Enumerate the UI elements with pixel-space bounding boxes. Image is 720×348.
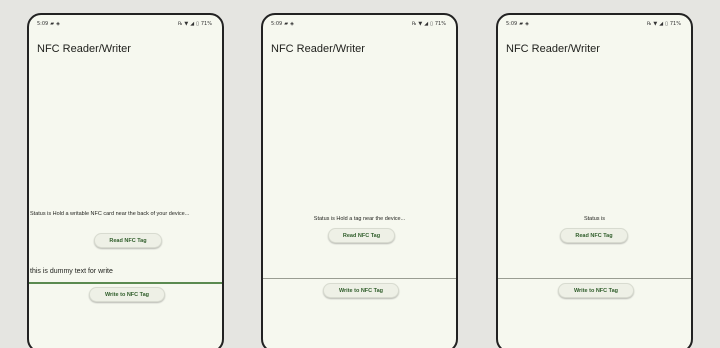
- status-text: Status is Hold a writable NFC card near …: [30, 211, 190, 217]
- signal-icon: ◢: [190, 21, 195, 27]
- nfc-icon: ℞: [646, 21, 652, 27]
- nfc-icon: ℞: [177, 21, 183, 27]
- input-underline: [263, 278, 456, 279]
- status-bar: 5:09 ▰ ◈ ℞ ▼ ◢ ▯ 71%: [263, 19, 456, 29]
- app-title: NFC Reader/Writer: [37, 43, 131, 55]
- location-icon: ◈: [290, 21, 294, 27]
- read-nfc-button[interactable]: Read NFC Tag: [94, 233, 162, 248]
- status-bar: 5:09 ▰ ◈ ℞ ▼ ◢ ▯ 71%: [498, 19, 691, 29]
- status-text: Status is: [583, 216, 606, 222]
- phone-screen-idle: 5:09 ▰ ◈ ℞ ▼ ◢ ▯ 71% NFC Reader/Writer S…: [496, 13, 693, 348]
- write-nfc-button[interactable]: Write to NFC Tag: [558, 283, 634, 298]
- battery-icon: ▯: [196, 21, 199, 27]
- nfc-icon: ℞: [411, 21, 417, 27]
- location-icon: ◈: [525, 21, 529, 27]
- wifi-icon: ▼: [184, 21, 189, 27]
- battery-percent: 71%: [434, 21, 446, 27]
- battery-percent: 71%: [669, 21, 681, 27]
- clock: 5:09: [506, 21, 518, 27]
- battery-icon: ▯: [665, 21, 668, 27]
- write-text-input[interactable]: this is dummy text for write: [29, 268, 222, 275]
- write-nfc-button[interactable]: Write to NFC Tag: [323, 283, 399, 298]
- phone-screen-write-mode: 5:09 ▰ ◈ ℞ ▼ ◢ ▯ 71% NFC Reader/Writer S…: [27, 13, 224, 348]
- screenshot-stage: 5:09 ▰ ◈ ℞ ▼ ◢ ▯ 71% NFC Reader/Writer S…: [0, 0, 720, 348]
- battery-icon: ▯: [430, 21, 433, 27]
- app-title: NFC Reader/Writer: [271, 43, 365, 55]
- notification-icon: ▰: [50, 21, 55, 27]
- phone-screen-read-mode: 5:09 ▰ ◈ ℞ ▼ ◢ ▯ 71% NFC Reader/Writer S…: [261, 13, 458, 348]
- signal-icon: ◢: [424, 21, 429, 27]
- input-underline: [29, 282, 222, 284]
- read-nfc-button[interactable]: Read NFC Tag: [560, 228, 628, 243]
- input-underline: [498, 278, 691, 279]
- status-text: Status is Hold a tag near the device...: [313, 216, 406, 222]
- wifi-icon: ▼: [418, 21, 423, 27]
- clock: 5:09: [37, 21, 49, 27]
- battery-percent: 71%: [200, 21, 212, 27]
- write-nfc-button[interactable]: Write to NFC Tag: [89, 287, 165, 302]
- notification-icon: ▰: [284, 21, 289, 27]
- location-icon: ◈: [56, 21, 60, 27]
- read-nfc-button[interactable]: Read NFC Tag: [328, 228, 395, 243]
- status-bar: 5:09 ▰ ◈ ℞ ▼ ◢ ▯ 71%: [29, 19, 222, 29]
- notification-icon: ▰: [519, 21, 524, 27]
- signal-icon: ◢: [659, 21, 664, 27]
- wifi-icon: ▼: [653, 21, 658, 27]
- app-title: NFC Reader/Writer: [506, 43, 600, 55]
- clock: 5:09: [271, 21, 283, 27]
